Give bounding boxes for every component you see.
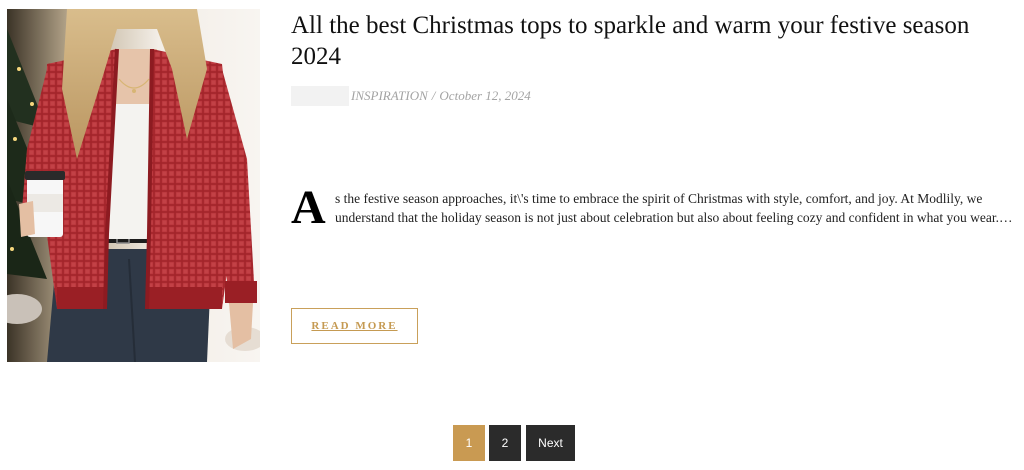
woman-red-cardigan-image — [7, 9, 260, 362]
dropcap-letter: A — [291, 181, 326, 234]
post-featured-image[interactable] — [7, 9, 260, 362]
post-category[interactable]: INSPIRATION — [349, 88, 428, 104]
post-title[interactable]: All the best Christmas tops to sparkle a… — [291, 10, 991, 72]
next-page-button[interactable]: Next — [526, 425, 575, 461]
read-more-button[interactable]: READ MORE — [291, 308, 418, 344]
pagination: 1 2 Next — [453, 425, 575, 461]
author-avatar-placeholder — [291, 86, 349, 106]
post-date: October 12, 2024 — [439, 88, 531, 103]
page-2-button[interactable]: 2 — [489, 425, 521, 461]
meta-separator: / — [431, 88, 436, 103]
post-meta: INSPIRATION / October 12, 2024 — [291, 86, 531, 106]
page-1-button[interactable]: 1 — [453, 425, 485, 461]
excerpt-text: s the festive season approaches, it\'s t… — [335, 191, 1013, 225]
